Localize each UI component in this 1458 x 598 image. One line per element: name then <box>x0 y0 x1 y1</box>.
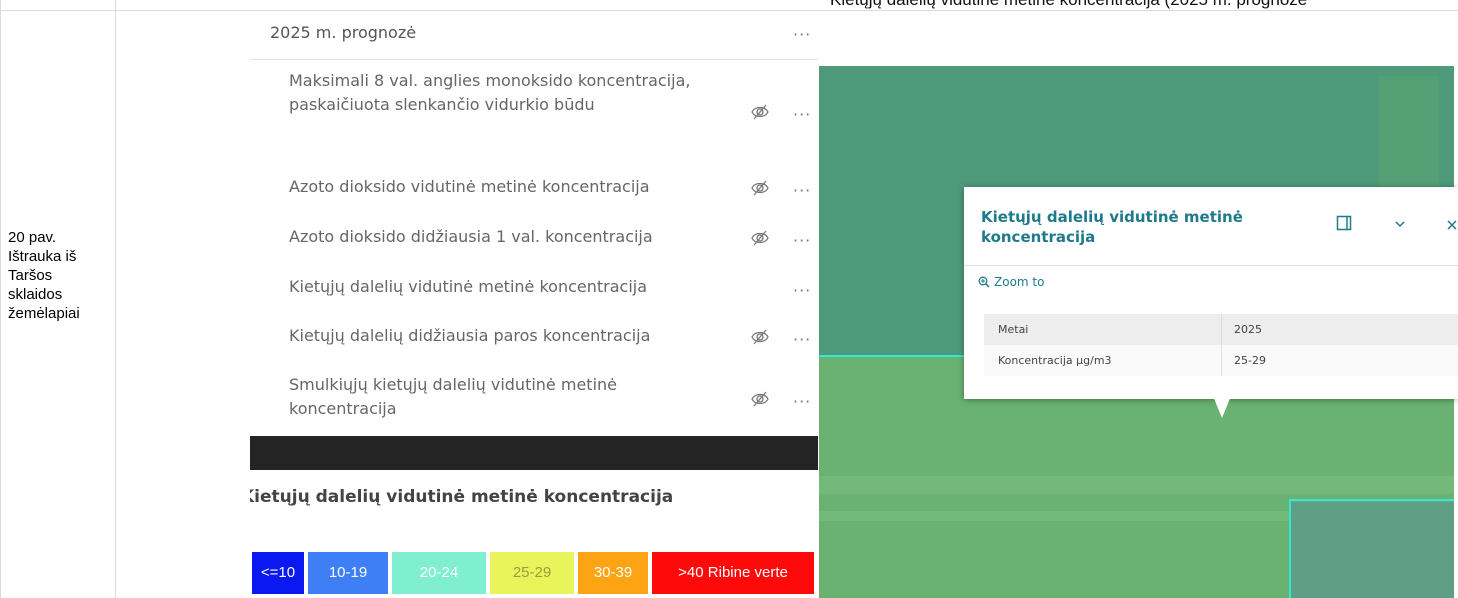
layer-label: Azoto dioksido vidutinė metinė koncentra… <box>289 177 650 196</box>
table-row: Metai 2025 <box>984 314 1458 345</box>
group-options-icon[interactable]: ··· <box>793 27 811 43</box>
popup-pointer <box>1213 396 1231 418</box>
legend-class-label: <=10 <box>260 564 296 581</box>
layer-label: Azoto dioksido didžiausia 1 val. koncent… <box>289 227 653 246</box>
map-building <box>1379 76 1439 186</box>
layer-item-pm-annual[interactable]: Kietųjų dalelių vidutinė metinė koncentr… <box>250 271 818 311</box>
legend-class-label: 20-24 <box>419 564 459 581</box>
layer-item-no2-annual[interactable]: Azoto dioksido vidutinė metinė koncentra… <box>250 171 818 211</box>
table-border-column <box>115 0 116 598</box>
legend-class-1: <=10 <box>252 552 304 594</box>
zoom-to-label: Zoom to <box>994 275 1045 289</box>
layer-label: Kietųjų dalelių didžiausia paros koncent… <box>289 326 651 345</box>
legend-class-4: 25-29 <box>490 552 574 594</box>
visibility-off-icon[interactable] <box>750 328 770 346</box>
legend-class-5: 30-39 <box>578 552 648 594</box>
legend-class-label: 30-39 <box>593 564 633 581</box>
layer-item-no2-1h[interactable]: Azoto dioksido didžiausia 1 val. koncent… <box>250 221 818 261</box>
layer-item-pm-daily[interactable]: Kietųjų dalelių didžiausia paros koncent… <box>250 320 818 360</box>
popup-title: Kietųjų dalelių vidutinė metinė koncentr… <box>981 208 1243 246</box>
figure-caption: 20 pav. Ištrauka iš Taršos sklaidos žemė… <box>8 229 80 322</box>
legend-class-6: >40 Ribine verte <box>652 552 814 594</box>
table-row: Koncentracija µg/m3 25-29 <box>984 345 1458 376</box>
attribute-key: Metai <box>998 323 1029 336</box>
legend-title: Kietųjų dalelių vidutinė metinė koncentr… <box>250 487 818 515</box>
layer-options-icon[interactable]: ··· <box>793 283 811 299</box>
layer-item-co[interactable]: Maksimali 8 val. anglies monoksido konce… <box>250 65 818 159</box>
zoom-to-link[interactable]: Zoom to <box>978 275 1044 289</box>
legend-title-text: Kietųjų dalelių vidutinė metinė koncentr… <box>250 487 674 507</box>
map-road <box>819 476 1454 494</box>
chevron-down-icon[interactable] <box>1394 219 1406 229</box>
legend-class-3: 20-24 <box>392 552 486 594</box>
map-boundary-line <box>819 355 966 357</box>
layer-group-title: 2025 m. prognozė <box>270 23 417 42</box>
legend-class-label: 25-29 <box>512 564 552 581</box>
attribute-value: 25-29 <box>1234 354 1266 367</box>
legend-class-label: 10-19 <box>328 564 368 581</box>
dock-icon[interactable] <box>1336 215 1352 231</box>
legend-class-2: 10-19 <box>308 552 388 594</box>
map-highlight-area <box>1291 502 1454 598</box>
map-boundary-line <box>1289 499 1291 598</box>
layer-list-panel: 2025 m. prognozė ··· Maksimali 8 val. an… <box>250 11 818 436</box>
visibility-off-icon[interactable] <box>750 229 770 247</box>
layer-group-header[interactable]: 2025 m. prognozė ··· <box>250 11 818 60</box>
map-caption-title: Kietųjų dalelių vidutinė metinė koncentr… <box>830 0 1458 10</box>
zoom-in-icon <box>978 276 990 288</box>
attribute-value: 2025 <box>1234 323 1262 336</box>
attribute-key: Koncentracija µg/m3 <box>998 354 1112 367</box>
visibility-off-icon[interactable] <box>750 390 770 408</box>
feature-popup: Kietųjų dalelių vidutinė metinė koncentr… <box>964 187 1458 399</box>
layer-label: Smulkiųjų kietųjų dalelių vidutinė metin… <box>289 375 617 418</box>
panel-separator-bar <box>250 436 818 470</box>
layer-label: Maksimali 8 val. anglies monoksido konce… <box>289 71 691 114</box>
layer-item-pm25-annual[interactable]: Smulkiųjų kietųjų dalelių vidutinė metin… <box>250 369 818 433</box>
layer-label: Kietųjų dalelių vidutinė metinė koncentr… <box>289 277 648 296</box>
table-border-left <box>0 0 1 598</box>
map-boundary-line <box>1289 499 1454 501</box>
layer-options-icon[interactable]: ··· <box>793 183 811 199</box>
layer-options-icon[interactable]: ··· <box>793 394 811 410</box>
layer-options-icon[interactable]: ··· <box>793 332 811 348</box>
legend-class-label: >40 Ribine verte <box>678 564 788 581</box>
visibility-off-icon[interactable] <box>750 103 770 121</box>
layer-options-icon[interactable]: ··· <box>793 107 811 123</box>
visibility-off-icon[interactable] <box>750 179 770 197</box>
close-icon[interactable] <box>1446 219 1458 231</box>
layer-options-icon[interactable]: ··· <box>793 233 811 249</box>
popup-divider <box>964 265 1458 266</box>
